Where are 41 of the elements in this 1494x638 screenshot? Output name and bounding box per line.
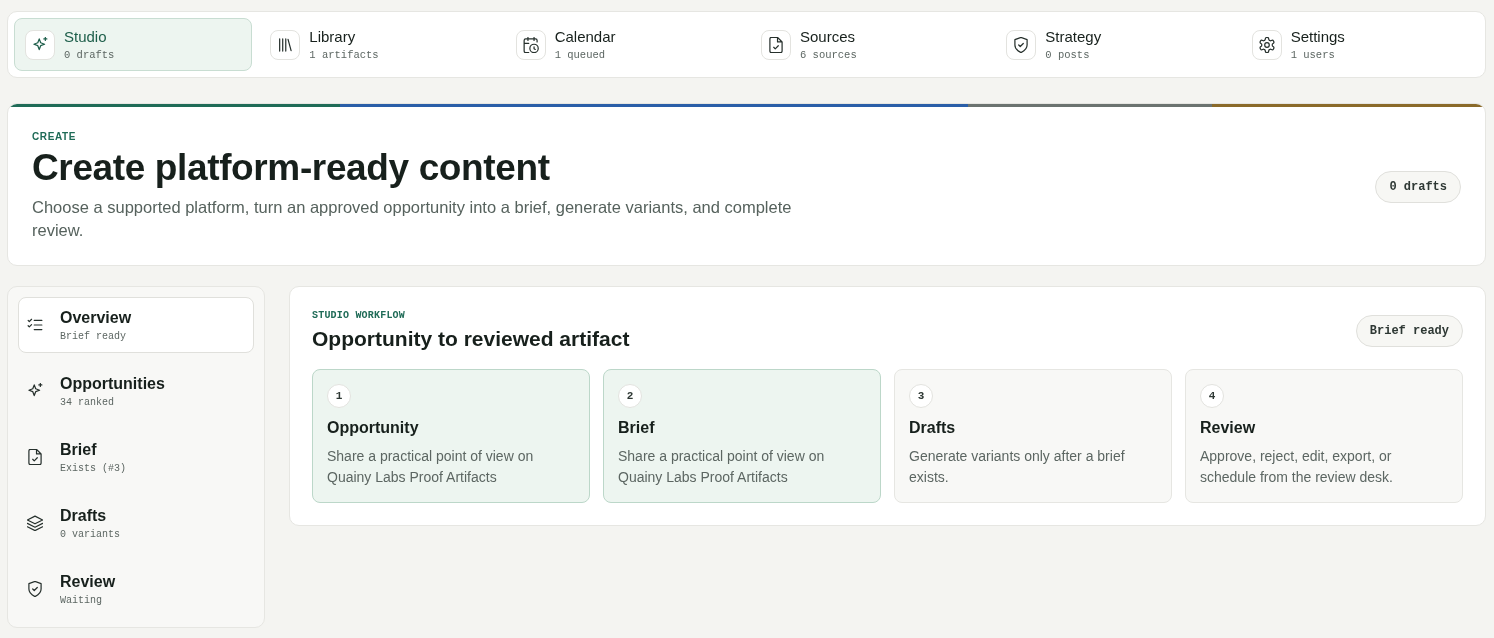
shield-check-icon	[1006, 29, 1037, 60]
sidebar-item[interactable]: Opportunities 34 ranked	[18, 363, 254, 419]
sidebar-item[interactable]: Review Waiting	[18, 561, 254, 617]
page-title: Create platform-ready content	[32, 147, 551, 189]
shield-check-icon	[27, 581, 43, 597]
nav-tab[interactable]: Studio 0 drafts	[14, 18, 253, 71]
sparkle-icon	[27, 383, 43, 399]
sidebar-item[interactable]: Brief Exists (#3)	[18, 429, 254, 485]
step-number: 4	[1200, 384, 1224, 408]
step-number: 3	[909, 384, 933, 408]
books-icon	[270, 29, 301, 60]
nav-tab[interactable]: Calendar 1 queued	[504, 18, 743, 71]
step-description: Share a practical point of view on Quainy Labs Proof Artifacts	[327, 447, 535, 487]
step-title: Opportunity	[327, 418, 420, 438]
section-title: Opportunity to reviewed artifact	[312, 326, 630, 352]
file-check-icon	[27, 449, 43, 465]
section-eyebrow: CREATE	[32, 131, 77, 143]
step-description: Share a practical point of view on Quainy Labs Proof Artifacts	[618, 447, 826, 487]
step-title: Drafts	[909, 418, 957, 438]
step-title: Brief	[618, 418, 656, 438]
sidebar-item[interactable]: Overview Brief ready	[18, 297, 254, 353]
status-badge: Brief ready	[1355, 315, 1463, 347]
step-number: 1	[327, 384, 351, 408]
section-eyebrow: STUDIO WORKFLOW	[312, 310, 406, 322]
nav-tab[interactable]: Settings 1 users	[1240, 18, 1479, 71]
checklist-icon	[27, 317, 43, 333]
draft-count-badge: 0 drafts	[1375, 170, 1461, 203]
settings-icon	[1251, 29, 1282, 60]
step-description: Approve, reject, edit, export, or schedule from the review desk.	[1200, 447, 1394, 487]
sidebar-item[interactable]: Drafts 0 variants	[18, 495, 254, 551]
layers-icon	[27, 515, 43, 531]
nav-tab[interactable]: Library 1 artifacts	[259, 18, 498, 71]
calendar-clock-icon	[515, 29, 546, 60]
sparkle-icon	[25, 29, 55, 60]
page-description: Choose a supported platform, turn an approved opportunity into a brief, generate variants, and complete review.	[32, 197, 793, 241]
nav-tab[interactable]: Sources 6 sources	[750, 18, 989, 71]
step-title: Review	[1200, 418, 1257, 438]
nav-tab[interactable]: Strategy 0 posts	[995, 18, 1234, 71]
file-check-icon	[761, 29, 791, 60]
step-description: Generate variants only after a brief exists.	[909, 447, 1126, 487]
step-number: 2	[618, 384, 642, 408]
